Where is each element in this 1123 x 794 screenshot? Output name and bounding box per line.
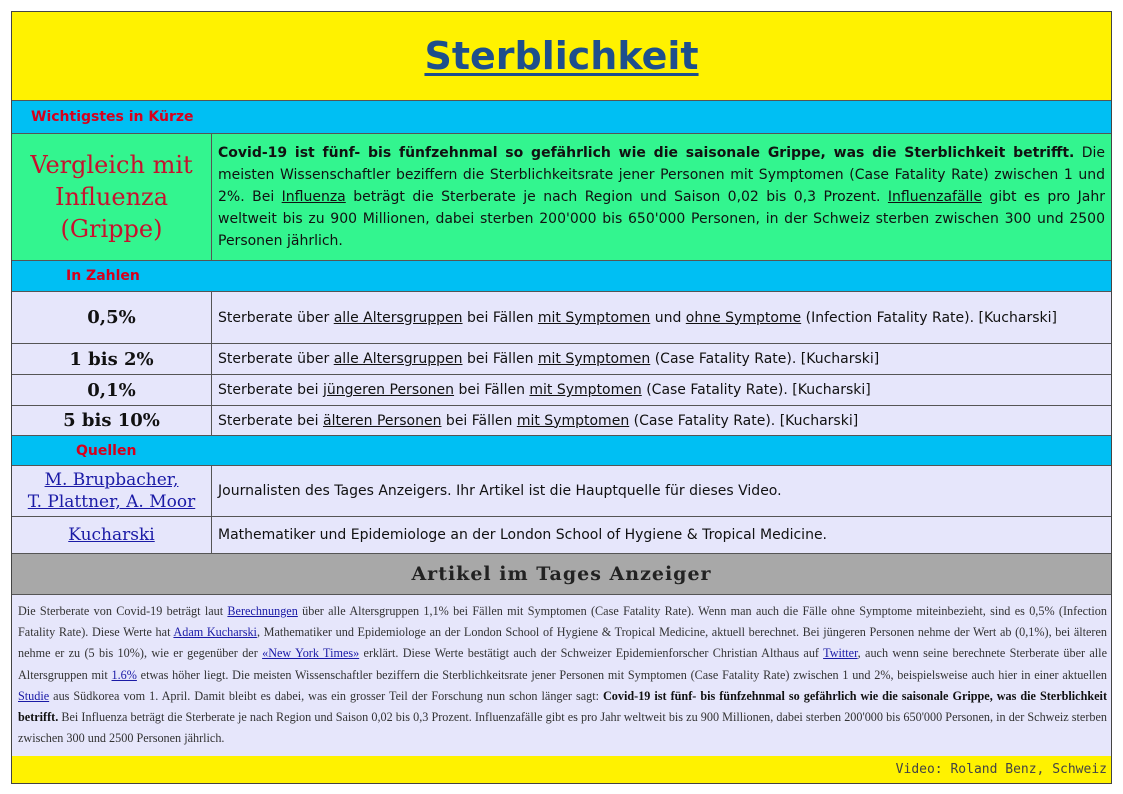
source-description: Journalisten des Tages Anzeigers. Ihr Ar… [218,483,782,499]
stat-underline: älteren Personen [322,412,442,429]
stat-underline: ohne Symptome [685,309,802,326]
source-desc-cell: Mathematiker und Epidemiologe an der Lon… [212,517,1111,553]
stat-row: 1 bis 2% Sterberate über alle Altersgrup… [12,344,1111,375]
stat-value: 5 bis 10% [63,410,160,431]
stat-value-cell: 0,5% [12,292,212,343]
stat-underline: mit Symptomen [537,309,651,326]
article-body: Die Sterberate von Covid-19 beträgt laut… [12,595,1111,757]
source-description: Mathematiker und Epidemiologe an der Lon… [218,527,828,543]
stat-description: Sterberate bei älteren Personen bei Fäll… [218,412,859,429]
stat-value: 1 bis 2% [69,348,154,370]
stat-desc-cell: Sterberate bei jüngeren Personen bei Fäl… [212,375,1111,405]
link-adam-kucharski[interactable]: Adam Kucharski [173,625,257,639]
stat-value: 0,1% [87,379,136,401]
stat-row: 0,5% Sterberate über alle Altersgruppen … [12,292,1111,344]
article-heading: Artikel im Tages Anzeiger [12,554,1111,595]
summary-paragraph: Covid-19 ist fünf- bis fünfzehnmal so ge… [218,142,1105,252]
link-twitter[interactable]: Twitter [823,646,858,660]
stat-underline: mit Symptomen [516,412,630,429]
summary-text-cell: Covid-19 ist fünf- bis fünfzehnmal so ge… [212,134,1111,260]
source-link-plattner-moor[interactable]: T. Plattner, A. Moor [28,492,196,512]
summary-label: Vergleich mit Influenza (Grippe) [30,151,193,243]
stat-underline: jüngeren Personen [322,382,455,398]
stat-value: 0,5% [87,307,136,328]
section-title-numbers: In Zahlen [66,268,140,284]
link-berechnungen[interactable]: Berechnungen [227,604,297,618]
stat-value-cell: 1 bis 2% [12,344,212,374]
source-row: M. Brupbacher, T. Plattner, A. Moor Jour… [12,466,1111,517]
section-title-summary: Wichtigstes in Kürze [31,109,194,125]
influenza-cases-link[interactable]: Influenzafälle [888,189,982,205]
source-link-brupbacher[interactable]: M. Brupbacher, [45,470,179,490]
title-bar: Sterblichkeit [12,12,1111,101]
stat-description: Sterberate über alle Altersgruppen bei F… [218,309,1057,326]
stat-value-cell: 0,1% [12,375,212,405]
summary-text-2: beträgt die Sterberate je nach Region un… [345,189,888,205]
stat-desc-cell: Sterberate bei älteren Personen bei Fäll… [212,406,1111,435]
link-studie[interactable]: Studie [18,689,49,703]
section-header-summary: Wichtigstes in Kürze [12,101,1111,134]
stat-row: 5 bis 10% Sterberate bei älteren Persone… [12,406,1111,436]
page-frame: Sterblichkeit Wichtigstes in Kürze Vergl… [11,11,1112,784]
stat-underline: mit Symptomen [529,382,642,398]
stat-desc-cell: Sterberate über alle Altersgruppen bei F… [212,344,1111,374]
stat-underline: alle Altersgruppen [333,351,463,367]
summary-row: Vergleich mit Influenza (Grippe) Covid-1… [12,134,1111,261]
page-title: Sterblichkeit [424,34,699,78]
source-row: Kucharski Mathematiker und Epidemiologe … [12,517,1111,554]
section-title-sources: Quellen [76,442,137,459]
stat-row: 0,1% Sterberate bei jüngeren Personen be… [12,375,1111,406]
summary-label-cell: Vergleich mit Influenza (Grippe) [12,134,212,260]
stat-description: Sterberate bei jüngeren Personen bei Fäl… [218,382,871,398]
source-link-kucharski[interactable]: Kucharski [68,525,154,545]
summary-bold-statement: Covid-19 ist fünf- bis fünfzehnmal so ge… [218,145,1075,161]
source-name-cell: M. Brupbacher, T. Plattner, A. Moor [12,466,212,516]
stat-underline: alle Altersgruppen [333,309,463,326]
influenza-link[interactable]: Influenza [282,189,346,205]
video-credit: Video: Roland Benz, Schweiz [895,762,1107,777]
footer: Video: Roland Benz, Schweiz [12,756,1111,783]
stat-underline: mit Symptomen [537,351,651,367]
source-name-cell: Kucharski [12,517,212,553]
article-title: Artikel im Tages Anzeiger [411,563,712,585]
source-desc-cell: Journalisten des Tages Anzeigers. Ihr Ar… [212,466,1111,516]
stat-desc-cell: Sterberate über alle Altersgruppen bei F… [212,292,1111,343]
stat-value-cell: 5 bis 10% [12,406,212,435]
section-header-numbers: In Zahlen [12,261,1111,292]
section-header-sources: Quellen [12,436,1111,466]
link-new-york-times[interactable]: «New York Times» [262,646,359,660]
link-1-6-percent[interactable]: 1.6% [112,668,137,682]
stat-description: Sterberate über alle Altersgruppen bei F… [218,351,880,367]
